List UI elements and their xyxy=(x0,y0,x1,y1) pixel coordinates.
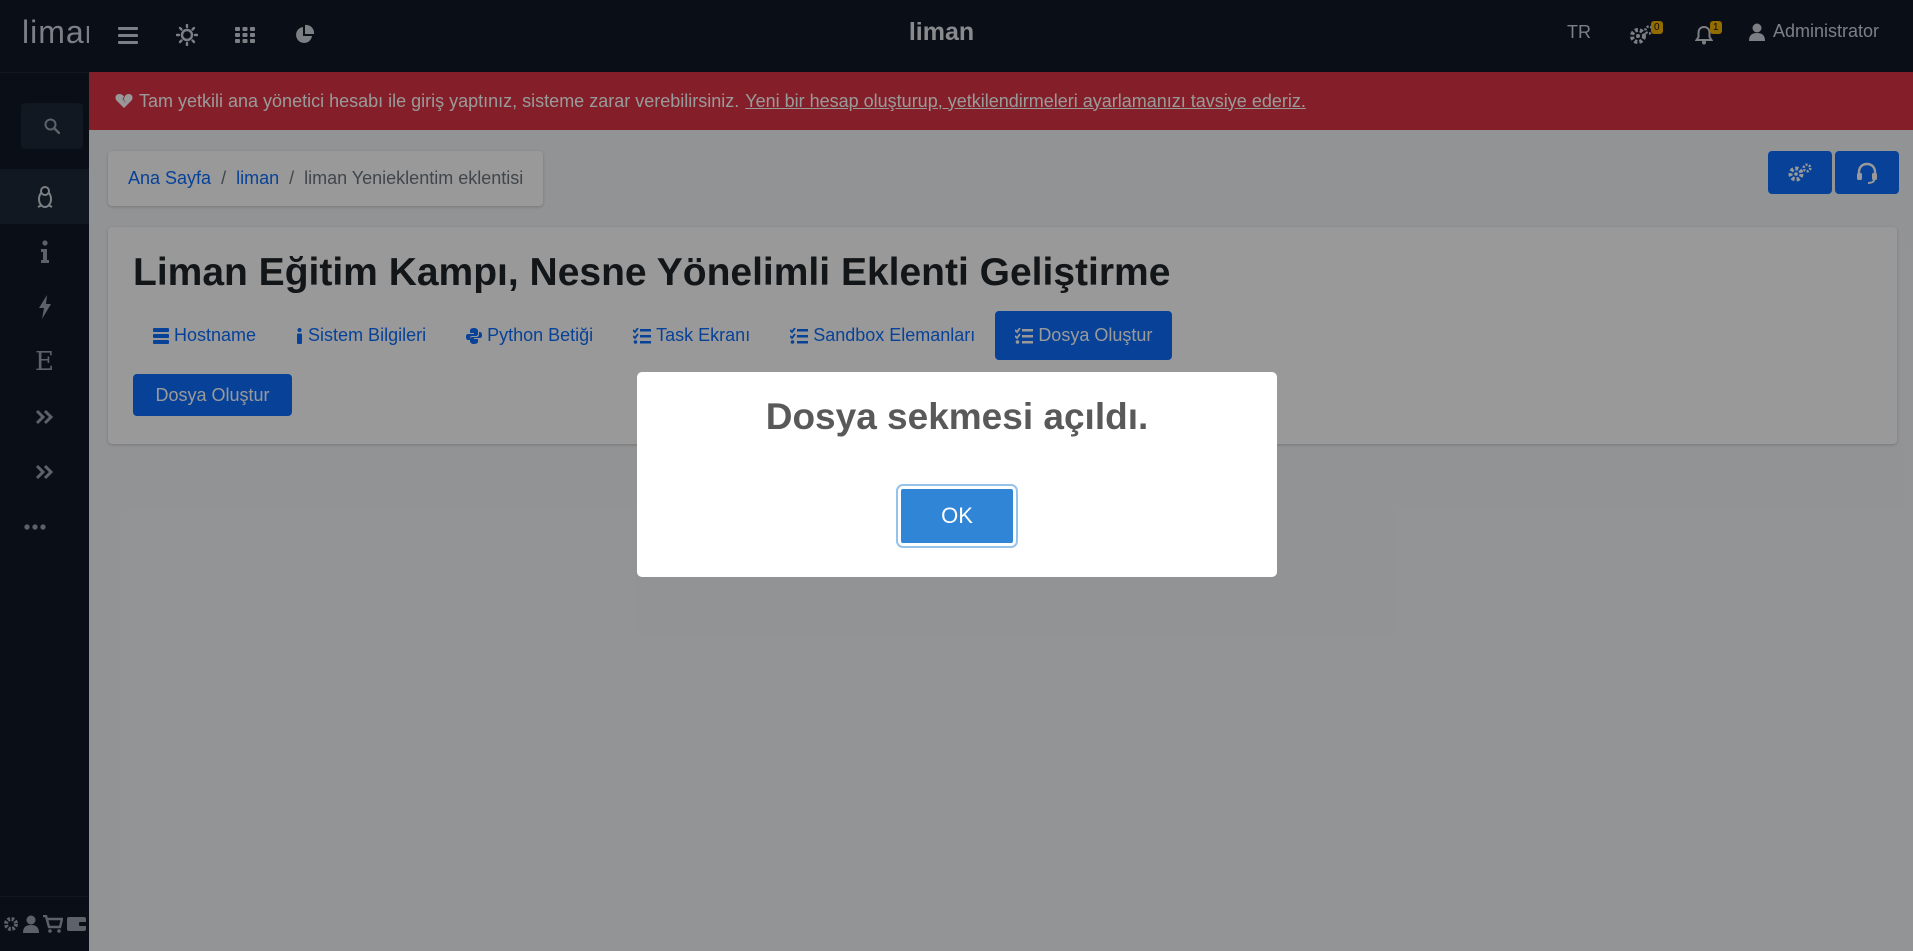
modal-backdrop[interactable]: Dosya sekmesi açıldı. OK xyxy=(0,0,1913,951)
dialog-title: Dosya sekmesi açıldı. xyxy=(765,396,1149,437)
ok-button[interactable]: OK xyxy=(898,486,1016,546)
alert-dialog: Dosya sekmesi açıldı. OK xyxy=(637,372,1277,577)
